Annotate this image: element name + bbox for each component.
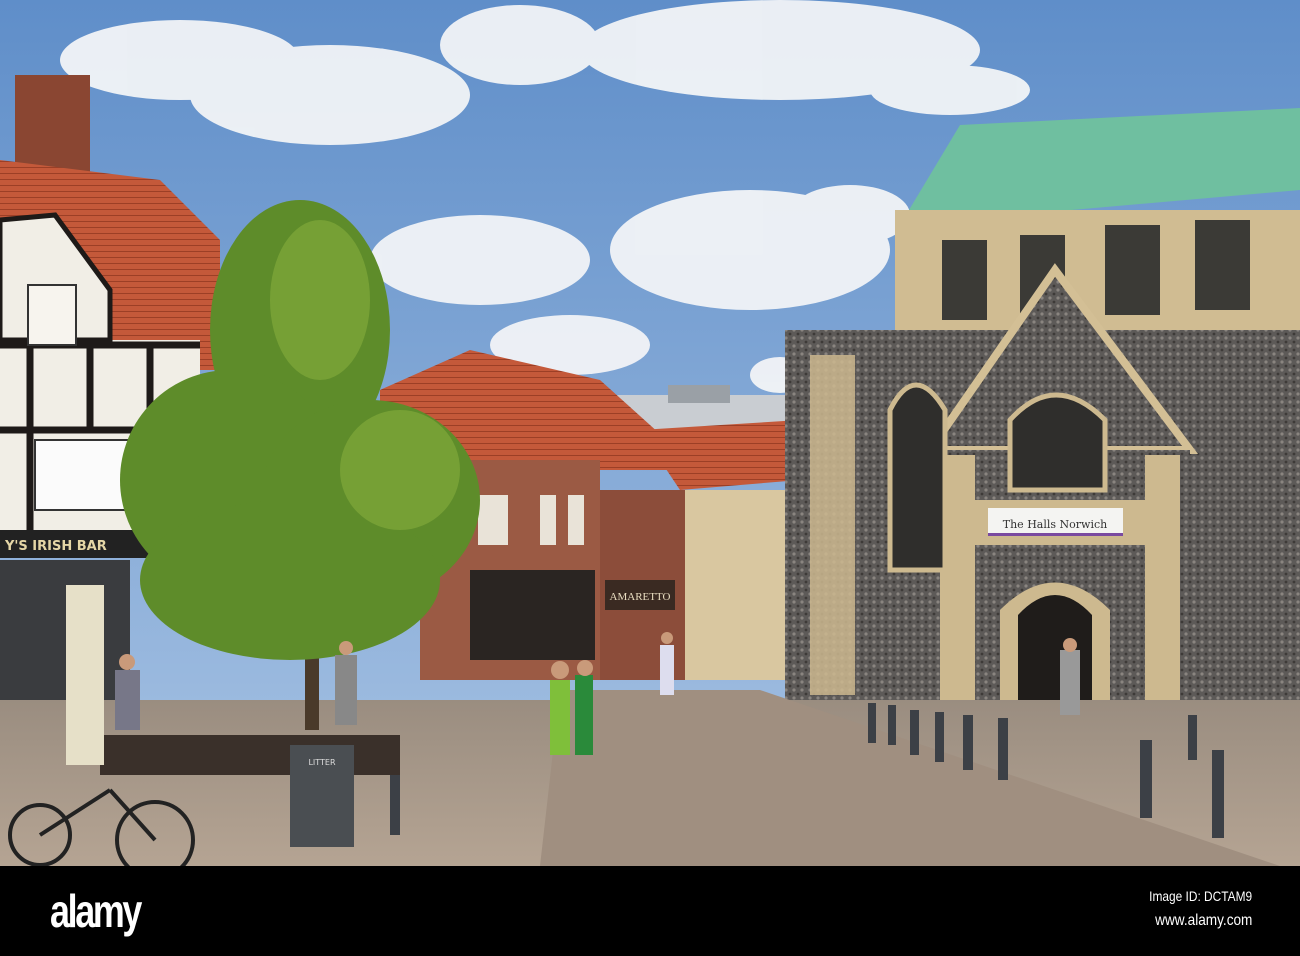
shop-sign: AMARETTO bbox=[610, 591, 671, 603]
pub-sign: Y'S IRISH BAR bbox=[4, 539, 107, 554]
alamy-logo: alamy bbox=[50, 885, 142, 937]
website-url: www.alamy.com bbox=[1154, 912, 1252, 929]
image-id: Image ID: DCTAM9 bbox=[1149, 888, 1252, 904]
bench bbox=[100, 735, 400, 775]
signpost bbox=[66, 585, 104, 765]
watermark-footer: alamy Image ID: DCTAM9 www.alamy.com bbox=[0, 866, 1300, 956]
bin-label: LITTER bbox=[308, 758, 336, 767]
svg-text:The Halls Norwich: The Halls Norwich bbox=[1003, 518, 1107, 531]
street-scene-photo: AMARETTO Y'S IRISH BAR The Halls Norwich… bbox=[0, 0, 1300, 866]
